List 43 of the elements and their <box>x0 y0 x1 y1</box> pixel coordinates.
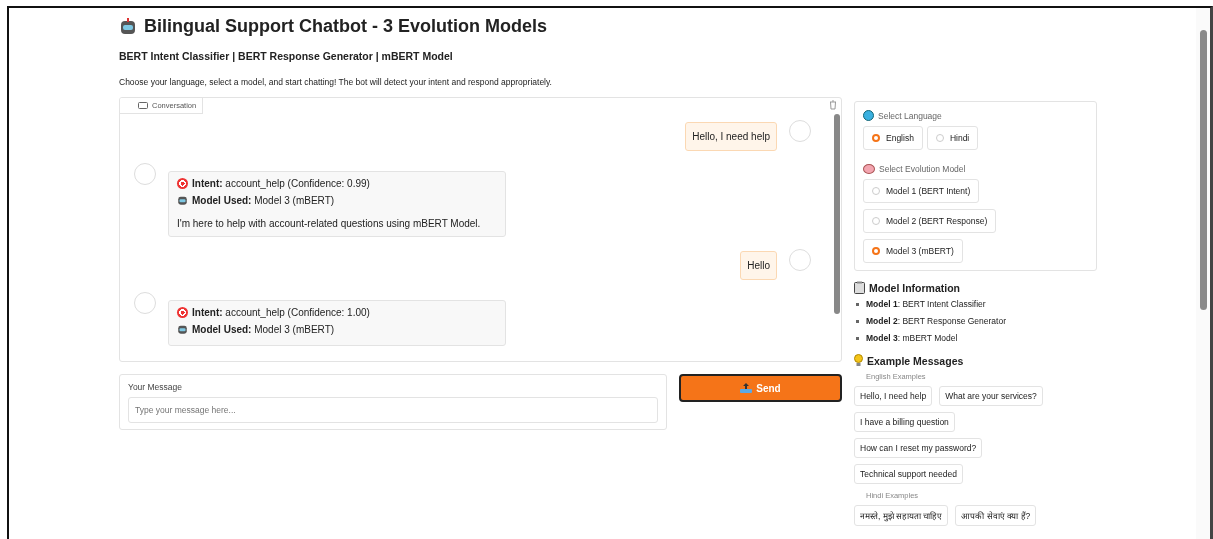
example-button[interactable]: What are your services? <box>939 386 1043 406</box>
target-icon <box>177 178 188 189</box>
lightbulb-icon <box>854 354 863 367</box>
message-input[interactable]: Type your message here... <box>128 397 658 423</box>
scrollbar[interactable] <box>1196 8 1210 539</box>
trash-icon[interactable] <box>829 100 837 110</box>
example-button[interactable]: आपकी सेवाएं क्या हैं? <box>955 505 1037 526</box>
radio-button[interactable] <box>872 134 880 142</box>
bot-reply-text: I'm here to help with account-related questions using mBERT Model. <box>177 218 482 229</box>
language-option[interactable]: Hindi <box>926 126 979 150</box>
model-info-title: Model Information <box>869 281 960 294</box>
language-option[interactable]: English <box>863 126 923 150</box>
radio-button[interactable] <box>872 247 880 255</box>
example-button[interactable]: I have a billing question <box>854 412 955 432</box>
example-button[interactable]: नमस्ते, मुझे सहायता चाहिए <box>854 505 949 526</box>
target-icon <box>177 307 188 318</box>
page-title: Bilingual Support Chatbot - 3 Evolution Models <box>144 16 547 37</box>
intent-text: Intent: account_help (Confidence: 1.00) <box>192 307 370 318</box>
model-option[interactable]: Model 2 (BERT Response) <box>863 209 997 233</box>
robot-icon <box>177 324 188 335</box>
example-button[interactable]: Hello, I need help <box>854 386 933 406</box>
globe-icon <box>863 110 874 121</box>
user-message: Hello, I need help <box>685 122 777 151</box>
robot-icon <box>177 195 188 206</box>
model-option[interactable]: Model 3 (mBERT) <box>863 239 963 263</box>
examples-title: Example Messages <box>867 354 964 367</box>
robot-icon <box>119 17 137 36</box>
chat-icon <box>138 101 148 110</box>
model-used-text: Model Used: Model 3 (mBERT) <box>192 195 335 206</box>
model-used-text: Model Used: Model 3 (mBERT) <box>192 324 335 335</box>
user-message: Hello <box>740 251 777 280</box>
example-button[interactable]: Technical support needed <box>854 464 963 484</box>
language-label: Select Language <box>878 110 942 121</box>
example-button[interactable]: How can I reset my password? <box>854 438 983 458</box>
model-label: Select Evolution Model <box>879 164 966 174</box>
brain-icon <box>863 164 875 174</box>
clipboard-icon <box>854 281 865 294</box>
description: Choose your language, select a model, and start chatting! The bot will detect your intent and respond appropriately. <box>119 77 553 87</box>
model-option[interactable]: Model 1 (BERT Intent) <box>863 179 980 203</box>
upload-icon <box>740 383 753 393</box>
intent-text: Intent: account_help (Confidence: 0.99) <box>192 178 370 189</box>
message-label: Your Message <box>128 382 184 392</box>
subtitle: BERT Intent Classifier | BERT Response Generator | mBERT Model <box>119 50 454 62</box>
